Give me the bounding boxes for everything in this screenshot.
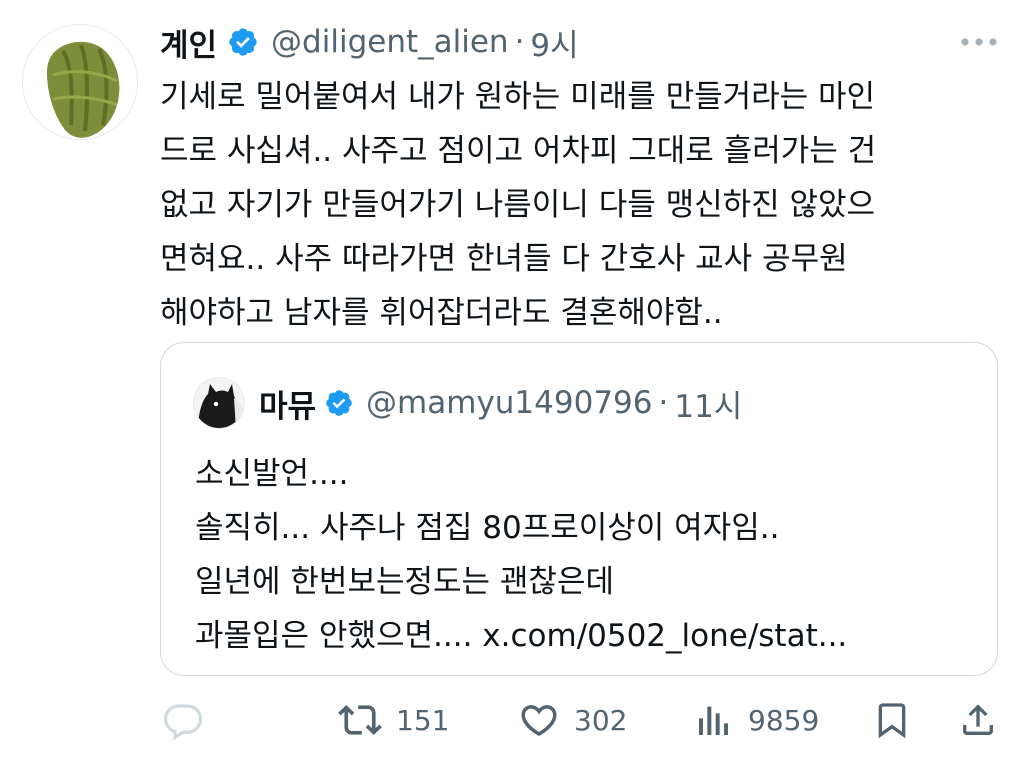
verified-badge-icon[interactable] [227,26,259,58]
views-count: 9859 [748,703,820,737]
separator-dot: · [514,24,525,60]
tweet-text-line: 드로 사십셔.. 사주고 점이고 어차피 그대로 흘러가는 건 [160,133,877,169]
verified-badge-icon[interactable] [324,388,354,418]
tweet[interactable]: 계인 @diligent_alien · 9시 기세로 밀어붙여서 내가 원하는… [0,0,1023,775]
like-button[interactable]: 302 [518,693,627,747]
views-icon [699,706,728,735]
bookmark-icon [878,703,906,739]
tweet-text-line: 해야하고 남자를 휘어잡더라도 결혼해야함.. [160,295,723,331]
share-icon [963,704,993,735]
quoted-tweet-time[interactable]: 11시 [674,381,742,426]
retweet-button[interactable]: 151 [338,693,449,747]
quoted-text-line: 일년에 한번보는정도는 괜찮은데 [195,564,614,600]
madeleine-avatar-icon [23,25,137,139]
tweet-header: 계인 @diligent_alien · 9시 [160,18,579,66]
quoted-author-handle[interactable]: @mamyu1490796 [366,385,652,421]
author-handle[interactable]: @diligent_alien [271,24,509,60]
cat-avatar-icon [194,378,244,428]
quoted-author-name[interactable]: 마뮤 [259,381,316,426]
quoted-tweet-header: 마뮤 @mamyu1490796 · 11시 [259,377,742,429]
share-button[interactable] [958,693,998,747]
tweet-text-line: 면혀요.. 사주 따라가면 한녀들 다 간호사 교사 공무원 [160,241,848,277]
views-button[interactable]: 9859 [694,693,819,747]
quoted-text-line: 과몰입은 안했으면.... x.com/0502_lone/stat... [195,618,848,654]
tweet-actions: 151 302 9859 [160,693,1000,747]
quoted-tweet[interactable]: 마뮤 @mamyu1490796 · 11시 소신발언.... 솔직히... 사… [160,342,998,676]
quoted-text-line: 솔직히... 사주나 점집 80프로이상이 여자임.. [195,510,780,546]
like-count: 302 [574,703,628,737]
tweet-text-line: 기세로 밀어붙여서 내가 원하는 미래를 만들거라는 마인 [160,79,876,115]
bookmark-button[interactable] [872,693,912,747]
quoted-author-avatar[interactable] [193,377,245,429]
more-options-button[interactable] [957,28,1001,56]
author-name[interactable]: 계인 [160,20,217,65]
retweet-count: 151 [396,703,450,737]
tweet-text-line: 없고 자기가 만들어가기 나름이니 다들 맹신하진 않았으 [160,187,876,223]
separator-dot: · [658,385,669,421]
tweet-time[interactable]: 9시 [530,20,578,65]
quoted-tweet-text: 소신발언.... 솔직히... 사주나 점집 80프로이상이 여자임.. 일년에… [195,447,847,663]
quoted-text-line: 소신발언.... [195,456,349,492]
retweet-icon [338,705,382,735]
tweet-text: 기세로 밀어붙여서 내가 원하는 미래를 만들거라는 마인 드로 사십셔.. 사… [160,70,1010,340]
heart-icon [521,705,557,737]
more-dots-icon [961,38,997,46]
reply-icon [163,704,203,741]
author-avatar[interactable] [22,24,138,140]
reply-button[interactable] [162,693,218,747]
